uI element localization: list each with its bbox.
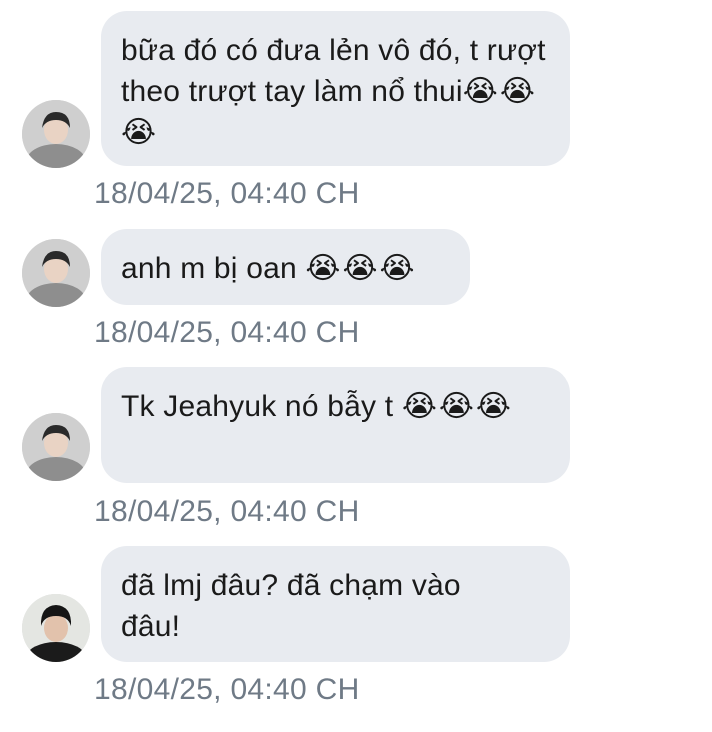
message-text: anh m bị oan 😭😭😭 [121,251,417,286]
message-timestamp: 18/04/25, 04:40 CH [94,495,360,528]
message-timestamp: 18/04/25, 04:40 CH [94,177,360,210]
avatar-image [22,239,90,307]
crying-emoji-icon: 😭😭😭 [401,389,513,424]
message-timestamp: 18/04/25, 04:40 CH [94,316,360,349]
message-text: bữa đó có đưa lẻn vô đó, t rượt theo trư… [121,34,555,150]
avatar[interactable] [22,239,90,307]
avatar-image [22,413,90,481]
avatar-image [22,594,90,662]
crying-emoji-icon: 😭😭😭 [305,251,417,286]
message-timestamp: 18/04/25, 04:40 CH [94,673,360,706]
message-bubble[interactable]: bữa đó có đưa lẻn vô đó, t rượt theo trư… [101,11,570,166]
message-text: Tk Jeahyuk nó bẫy t 😭😭😭 [121,389,513,424]
avatar-image [22,100,90,168]
message-bubble[interactable]: Tk Jeahyuk nó bẫy t 😭😭😭 [101,367,570,483]
avatar[interactable] [22,100,90,168]
avatar[interactable] [22,594,90,662]
message-bubble[interactable]: đã lmj đâu? đã chạm vào đâu! [101,546,570,662]
message-bubble[interactable]: anh m bị oan 😭😭😭 [101,229,470,305]
message-text: đã lmj đâu? đã chạm vào đâu! [121,569,470,643]
avatar[interactable] [22,413,90,481]
